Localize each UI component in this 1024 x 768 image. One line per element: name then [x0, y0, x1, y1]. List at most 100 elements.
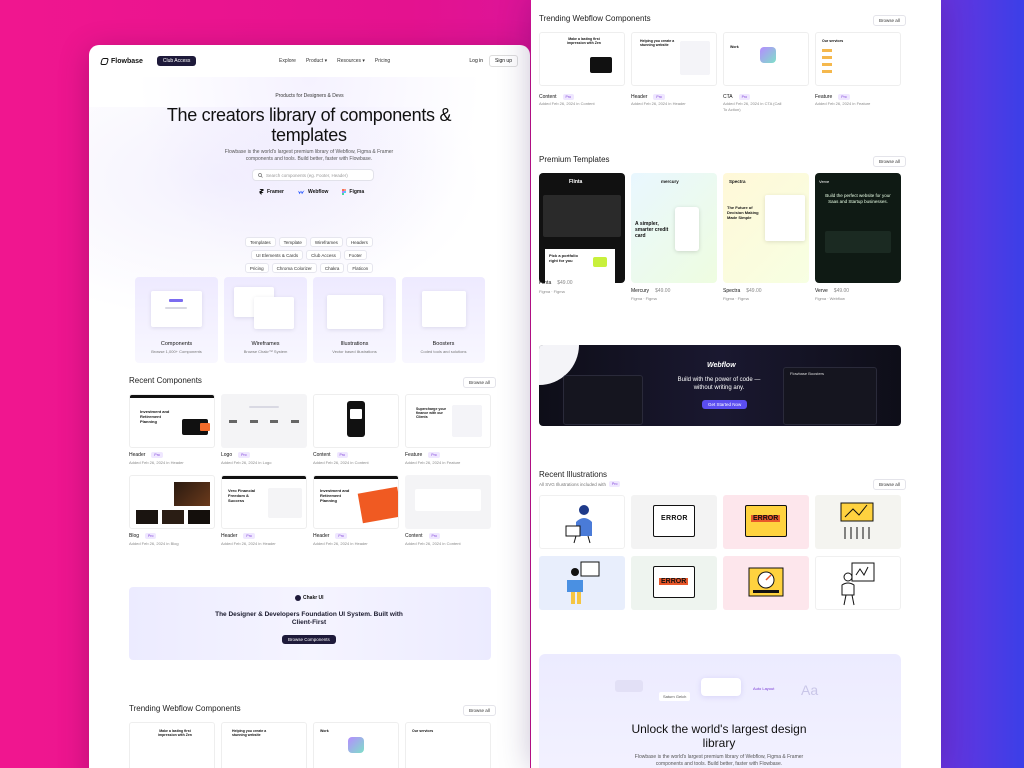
chakra-logo: Chakr UI — [295, 595, 324, 601]
illustration-card[interactable] — [815, 495, 901, 549]
chip[interactable]: Chroma Colorizer — [271, 263, 317, 273]
boosters-mockup: Flowbase Boosters — [783, 367, 877, 425]
card-meta: Logo Pro — [221, 452, 307, 458]
pro-badge: Pro — [838, 94, 850, 100]
template-brand: Flinta — [569, 179, 583, 185]
illustrations-subtitle: All SVG Illustrations included with Pro — [539, 481, 621, 487]
component-card[interactable]: Supercharge your finance with our Client… — [405, 394, 491, 465]
illustration-card[interactable] — [539, 556, 625, 610]
card-date: Added Feb 26, 2024 in Content — [313, 460, 369, 465]
chakra-logo-text: Chakr UI — [303, 595, 324, 601]
template-price: $49.00 — [746, 288, 762, 294]
chip[interactable]: Footer — [343, 250, 367, 260]
components-preview — [151, 291, 202, 327]
card-thumbnail: Work — [313, 722, 399, 768]
component-card[interactable]: Blog Pro Added Feb 26, 2024 in Blog — [129, 475, 215, 546]
component-card[interactable]: Vero Financial Freedom & Success Header P… — [221, 475, 307, 546]
chip[interactable]: Chakra — [319, 263, 345, 273]
nav-link-resources[interactable]: Resources ▾ — [337, 58, 365, 64]
template-thumbnail-verve[interactable]: Verve Build the perfect website for your… — [815, 173, 901, 283]
chip[interactable]: Club Access — [306, 250, 341, 260]
chakra-logo-icon — [295, 595, 301, 601]
browse-all-button[interactable]: Browse all — [873, 156, 906, 167]
nav-link-product[interactable]: Product ▾ — [306, 58, 327, 64]
thumb-gradient — [348, 737, 364, 753]
pro-badge: Pro — [562, 94, 574, 100]
template-thumbnail-mercury[interactable]: mercury A simpler, smarter credit card — [631, 173, 717, 283]
phone-screen — [350, 409, 362, 419]
nav-link-explore[interactable]: Explore — [279, 58, 296, 64]
component-card[interactable]: Content Pro Added Feb 26, 2024 in Content — [405, 475, 491, 546]
booster-preview — [422, 291, 466, 327]
tool-figma[interactable]: Figma — [342, 189, 364, 195]
webflow-banner[interactable]: Webflow Build with the power of code — w… — [539, 345, 901, 426]
template-thumbnail-flinta[interactable]: Flinta Pick a portfolio right for you — [539, 173, 625, 283]
chip[interactable]: UI Elements & Cards — [251, 250, 304, 260]
component-card[interactable]: Make a lasting first impression with Zen — [129, 722, 215, 768]
browse-all-button[interactable]: Browse all — [463, 377, 496, 388]
chip[interactable]: Flaticon — [347, 263, 374, 273]
chip[interactable]: Headers — [345, 237, 373, 247]
search-input[interactable]: Search components (eg. Footer, Header) — [252, 169, 374, 181]
tool-webflow[interactable]: Webflow — [297, 189, 328, 195]
tool-framer[interactable]: Framer — [259, 189, 284, 195]
card-meta: Feature Pro — [405, 452, 491, 458]
browse-components-button[interactable]: Browse Components — [282, 635, 336, 644]
club-access-button[interactable]: Club Access — [156, 56, 197, 66]
login-link[interactable]: Log in — [469, 58, 483, 64]
component-card[interactable]: Work — [313, 722, 399, 768]
illustration-card[interactable] — [723, 556, 809, 610]
gauge-screen-illustration — [748, 567, 784, 597]
template-price: $49.00 — [655, 288, 671, 294]
card-name: Header — [129, 452, 146, 458]
category-card-illustrations[interactable]: Illustrations Vector based illustrations — [313, 277, 396, 363]
floating-bubble: Auto Layout — [753, 686, 775, 691]
category-title: Boosters — [432, 341, 455, 347]
thumb-heading: Supercharge your finance with our Client… — [416, 407, 446, 419]
get-started-button[interactable]: Get Started Now — [702, 400, 748, 409]
component-thumbnail[interactable]: Helping you create a stunning website — [631, 32, 717, 86]
illustration-card[interactable]: ERROR — [631, 556, 717, 610]
tool-filters: Framer Webflow Figma — [259, 189, 364, 195]
card-date: Added Feb 26, 2024 in Feature — [405, 460, 461, 465]
component-thumbnail[interactable]: Work — [723, 32, 809, 86]
template-platform: Figma · Webflow — [815, 296, 845, 301]
chip[interactable]: Templates — [245, 237, 276, 247]
nav-link-pricing[interactable]: Pricing — [375, 58, 390, 64]
brand-logo[interactable]: Flowbase — [100, 57, 143, 65]
category-card-wireframes[interactable]: Wireframes Browse Chakr™ System — [224, 277, 307, 363]
component-card[interactable]: Helping you create a stunning website — [221, 722, 307, 768]
category-card-boosters[interactable]: Boosters Coded tools and solutions — [402, 277, 485, 363]
recent-illustrations-title: Recent Illustrations — [539, 470, 608, 479]
template-heading: A simpler, smarter credit card — [635, 221, 669, 239]
component-card[interactable]: Investment and Retirement Planning Heade… — [313, 475, 399, 546]
chip[interactable]: Template — [278, 237, 307, 247]
card-name: Feature — [815, 94, 833, 100]
component-thumbnail[interactable]: Our services — [815, 32, 901, 86]
card-name: Content — [313, 452, 331, 458]
component-card[interactable]: Our services — [405, 722, 491, 768]
component-thumbnail[interactable]: Make a lasting first impression with Zen — [539, 32, 625, 86]
thumb-heading: Our services — [822, 39, 844, 43]
thumb-panel — [680, 41, 710, 75]
category-sub: Vector based illustrations — [332, 349, 377, 354]
chip[interactable]: Pricing — [244, 263, 269, 273]
component-card[interactable]: Logo Pro Added Feb 26, 2024 in Logo — [221, 394, 307, 465]
illustration-card[interactable]: ERROR — [723, 495, 809, 549]
component-card[interactable]: Content Pro Added Feb 26, 2024 in Content — [313, 394, 399, 465]
illustration-card[interactable] — [815, 556, 901, 610]
category-card-components[interactable]: Components Browse 1,000+ Components — [135, 277, 218, 363]
browse-all-button[interactable]: Browse all — [873, 479, 906, 490]
browse-all-button[interactable]: Browse all — [873, 15, 906, 26]
template-thumbnail-spectra[interactable]: Spectra The Future of Decision Making Ma… — [723, 173, 809, 283]
chip[interactable]: Wireframes — [309, 237, 343, 247]
nav-auth: Log in Sign up — [469, 55, 518, 67]
component-card[interactable]: Investment and Retirement Planning Heade… — [129, 394, 215, 465]
illustration-card[interactable]: ERROR — [631, 495, 717, 549]
signup-button[interactable]: Sign up — [489, 55, 518, 67]
chakra-banner[interactable]: Chakr UI The Designer & Developers Found… — [129, 587, 491, 660]
card-meta: Header Pro — [221, 533, 307, 539]
blog-image — [136, 510, 158, 524]
illustration-card[interactable] — [539, 495, 625, 549]
browse-all-button[interactable]: Browse all — [463, 705, 496, 716]
